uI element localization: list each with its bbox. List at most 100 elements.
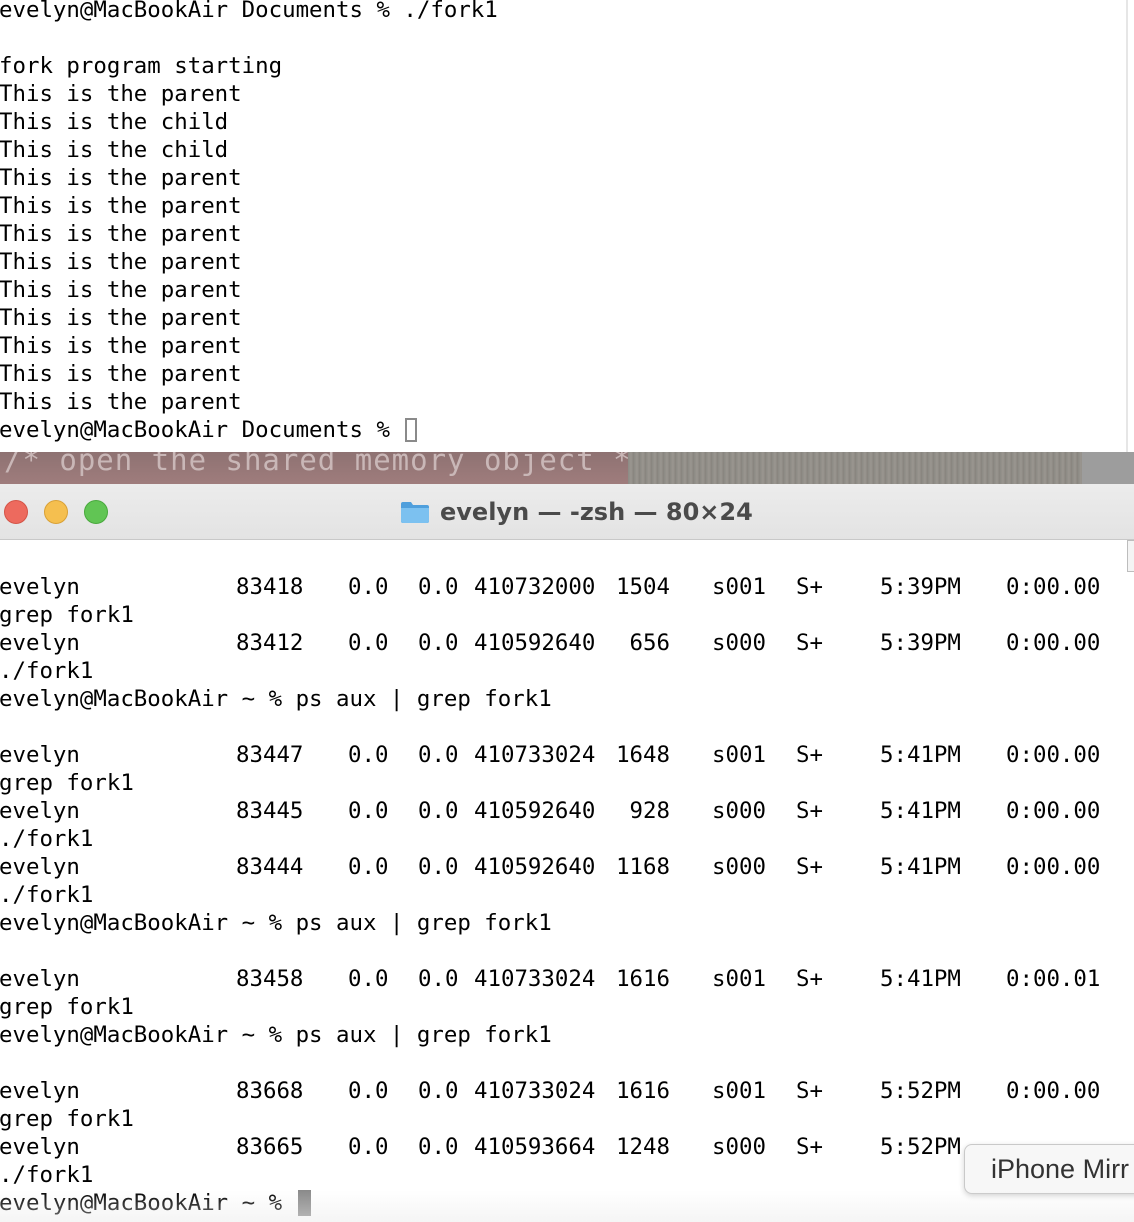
command-line: evelyn@MacBookAir Documents % ./fork1 xyxy=(0,0,498,23)
process-stat: S+ xyxy=(796,574,823,600)
prompt-line[interactable]: evelyn@MacBookAir Documents % xyxy=(0,416,498,444)
background-desktop xyxy=(628,452,1134,486)
zoom-button[interactable] xyxy=(84,500,108,524)
process-tty: s000 xyxy=(712,1134,766,1160)
output-line: This is the parent xyxy=(0,361,242,387)
process-user: evelyn xyxy=(0,854,80,880)
process-time: 0:00.01 xyxy=(1006,966,1101,992)
process-pid: 83444 xyxy=(236,854,304,880)
process-tty: s001 xyxy=(712,1078,766,1104)
process-stat: S+ xyxy=(796,742,823,768)
process-mem: 0.0 xyxy=(418,742,459,768)
process-started: 5:39PM xyxy=(880,574,961,600)
iphone-mirroring-tooltip: iPhone Mirr xyxy=(964,1144,1134,1194)
process-vsz: 410592640 xyxy=(474,630,596,656)
process-vsz: 410733024 xyxy=(474,966,596,992)
command-line: evelyn@MacBookAir ~ % ps aux | grep fork… xyxy=(0,686,552,712)
process-mem: 0.0 xyxy=(418,574,459,600)
output-line: This is the child xyxy=(0,137,229,163)
process-tty: s000 xyxy=(712,798,766,824)
output-line: This is the parent xyxy=(0,81,242,107)
process-stat: S+ xyxy=(796,1078,823,1104)
process-user: evelyn xyxy=(0,574,80,600)
output-line: This is the child xyxy=(0,109,229,135)
process-pid: 83668 xyxy=(236,1078,304,1104)
process-row: evelyn 83444 0.0 0.0 410592640 1168 s000 S+ 5:41… xyxy=(0,853,1134,881)
process-tty: s001 xyxy=(712,966,766,992)
process-mem: 0.0 xyxy=(418,630,459,656)
process-rss: 1616 xyxy=(616,966,670,992)
output-line: This is the parent xyxy=(0,249,242,275)
process-mem: 0.0 xyxy=(418,798,459,824)
process-started: 5:41PM xyxy=(880,854,961,880)
tooltip-text: iPhone Mirr xyxy=(991,1154,1130,1184)
process-vsz: 410733024 xyxy=(474,1078,596,1104)
process-row: evelyn 83447 0.0 0.0 410733024 1648 s001 S+ 5:41… xyxy=(0,741,1134,769)
process-started: 5:41PM xyxy=(880,742,961,768)
process-time: 0:00.00 xyxy=(1006,1078,1101,1104)
process-user: evelyn xyxy=(0,1134,80,1160)
scrollbar-thumb[interactable] xyxy=(1127,540,1134,572)
top-terminal-output: evelyn@MacBookAir Documents % ./fork1 for… xyxy=(0,0,498,444)
process-command: ./fork1 xyxy=(0,658,94,684)
prompt-text: evelyn@MacBookAir ~ % xyxy=(0,1190,296,1216)
close-button[interactable] xyxy=(4,500,28,524)
minimize-button[interactable] xyxy=(44,500,68,524)
process-mem: 0.0 xyxy=(418,1078,459,1104)
process-pid: 83665 xyxy=(236,1134,304,1160)
process-row: evelyn 83458 0.0 0.0 410733024 1616 s001 S+ 5:41… xyxy=(0,965,1134,993)
prompt-line[interactable]: evelyn@MacBookAir ~ % xyxy=(0,1189,1134,1217)
process-command: grep fork1 xyxy=(0,602,134,628)
process-cpu: 0.0 xyxy=(348,1078,389,1104)
process-vsz: 410732000 xyxy=(474,574,596,600)
process-time: 0:00.00 xyxy=(1006,630,1101,656)
window-titlebar[interactable]: evelyn — -zsh — 80×24 xyxy=(0,484,1134,540)
process-pid: 83458 xyxy=(236,966,304,992)
process-vsz: 410592640 xyxy=(474,854,596,880)
terminal-output[interactable]: evelyn 83418 0.0 0.0 410732000 1504 s001 S+ 5:39… xyxy=(0,573,1134,1217)
top-terminal-window[interactable]: evelyn@MacBookAir Documents % ./fork1 for… xyxy=(0,0,1128,452)
process-mem: 0.0 xyxy=(418,854,459,880)
process-time: 0:00.00 xyxy=(1006,574,1101,600)
main-terminal-window[interactable]: evelyn — -zsh — 80×24 evelyn 83418 0.0 0.0 4… xyxy=(0,484,1134,1222)
text-cursor xyxy=(405,418,418,442)
process-time: 0:00.00 xyxy=(1006,798,1101,824)
process-user: evelyn xyxy=(0,966,80,992)
output-line: This is the parent xyxy=(0,389,242,415)
process-command: ./fork1 xyxy=(0,882,94,908)
output-line: This is the parent xyxy=(0,333,242,359)
process-time: 0:00.00 xyxy=(1006,742,1101,768)
process-rss: 1648 xyxy=(616,742,670,768)
process-row: evelyn 83418 0.0 0.0 410732000 1504 s001 S+ 5:39… xyxy=(0,573,1134,601)
process-rss: 1168 xyxy=(616,854,670,880)
output-line: This is the parent xyxy=(0,193,242,219)
process-stat: S+ xyxy=(796,798,823,824)
folder-icon xyxy=(400,500,430,524)
process-started: 5:41PM xyxy=(880,798,961,824)
process-started: 5:41PM xyxy=(880,966,961,992)
process-stat: S+ xyxy=(796,1134,823,1160)
process-rss: 1616 xyxy=(616,1078,670,1104)
process-mem: 0.0 xyxy=(418,966,459,992)
process-row: evelyn 83445 0.0 0.0 410592640 928 s000 S+ 5:41P… xyxy=(0,797,1134,825)
process-tty: s000 xyxy=(712,854,766,880)
process-vsz: 410593664 xyxy=(474,1134,596,1160)
process-vsz: 410592640 xyxy=(474,798,596,824)
process-started: 5:52PM xyxy=(880,1134,961,1160)
process-rss: 928 xyxy=(629,798,670,824)
process-user: evelyn xyxy=(0,630,80,656)
process-started: 5:39PM xyxy=(880,630,961,656)
process-cpu: 0.0 xyxy=(348,630,389,656)
process-cpu: 0.0 xyxy=(348,966,389,992)
output-line: This is the parent xyxy=(0,165,242,191)
process-cpu: 0.0 xyxy=(348,742,389,768)
process-started: 5:52PM xyxy=(880,1078,961,1104)
background-window: /* open the shared memory object */ xyxy=(0,452,1134,486)
process-tty: s001 xyxy=(712,574,766,600)
window-title-group: evelyn — -zsh — 80×24 xyxy=(400,494,753,530)
process-command: ./fork1 xyxy=(0,826,94,852)
process-mem: 0.0 xyxy=(418,1134,459,1160)
background-gray-panel xyxy=(1082,452,1134,486)
